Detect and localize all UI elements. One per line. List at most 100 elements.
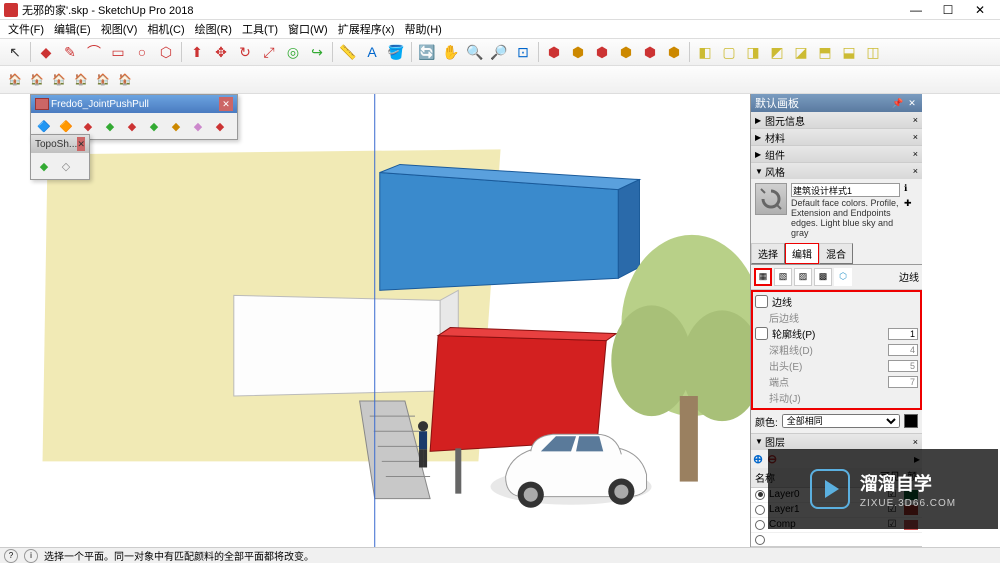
section-close-icon[interactable]: ×	[913, 166, 918, 176]
maximize-button[interactable]: ☐	[932, 0, 964, 20]
polygon-icon[interactable]: ⬡	[155, 41, 177, 63]
view-right-icon[interactable]: ◩	[766, 41, 788, 63]
followme-icon[interactable]: ↪	[306, 41, 328, 63]
section-close-icon[interactable]: ×	[913, 115, 918, 125]
tape-icon[interactable]: 📏	[337, 41, 359, 63]
profile-checkbox[interactable]	[755, 327, 768, 340]
section-materials[interactable]: ▶ 材料 ×	[751, 129, 922, 145]
watermark-settings-icon[interactable]: ▩	[814, 268, 832, 286]
layer-radio[interactable]	[755, 490, 765, 500]
topo-icon[interactable]: ◇	[56, 156, 76, 176]
layer-row[interactable]	[751, 533, 922, 546]
plugin-titlebar[interactable]: TopoSh... ✕	[31, 135, 89, 153]
scale-icon[interactable]: ⤢	[258, 41, 280, 63]
jpp-icon[interactable]: ◆	[144, 116, 164, 136]
minimize-button[interactable]: —	[900, 0, 932, 20]
tool-icon[interactable]: ⬢	[639, 41, 661, 63]
jpp-icon[interactable]: 🔷	[34, 116, 54, 136]
style-name-input[interactable]	[791, 183, 900, 197]
tab-edit[interactable]: 编辑	[785, 243, 819, 264]
section-close-icon[interactable]: ×	[913, 149, 918, 159]
menu-help[interactable]: 帮助(H)	[401, 20, 446, 38]
jpp-icon[interactable]: ◆	[78, 116, 98, 136]
view-back-icon[interactable]: ◪	[790, 41, 812, 63]
section-layers[interactable]: ▼ 图层 ×	[751, 434, 922, 450]
menu-draw[interactable]: 绘图(R)	[191, 20, 236, 38]
jpp-icon[interactable]: ◆	[122, 116, 142, 136]
info-icon[interactable]: i	[24, 549, 38, 563]
edge-settings-icon[interactable]: ▦	[754, 268, 772, 286]
tab-select[interactable]: 选择	[751, 243, 785, 264]
panel-header[interactable]: 默认画板 📌 ✕	[751, 94, 922, 112]
section-entity-info[interactable]: ▶ 图元信息 ×	[751, 112, 922, 128]
zoomextent-icon[interactable]: ⊡	[512, 41, 534, 63]
scene-update-icon[interactable]: 🏠	[26, 69, 48, 91]
rectangle-icon[interactable]: ▭	[107, 41, 129, 63]
rotate-icon[interactable]: ↻	[234, 41, 256, 63]
layer-radio[interactable]	[755, 520, 765, 530]
plugin-close-icon[interactable]: ✕	[77, 137, 85, 151]
model-settings-icon[interactable]: ⬡	[834, 268, 852, 286]
view-iso-icon[interactable]: ◧	[694, 41, 716, 63]
pan-icon[interactable]: ✋	[440, 41, 462, 63]
help-icon[interactable]: ?	[4, 549, 18, 563]
eraser-icon[interactable]: ◆	[35, 41, 57, 63]
offset-icon[interactable]: ◎	[282, 41, 304, 63]
tool-icon[interactable]: ⬢	[591, 41, 613, 63]
view-icon[interactable]: ◫	[862, 41, 884, 63]
jpp-icon[interactable]: ◆	[100, 116, 120, 136]
menu-view[interactable]: 视图(V)	[97, 20, 142, 38]
view-left-icon[interactable]: ⬒	[814, 41, 836, 63]
topo-icon[interactable]: ◆	[34, 156, 54, 176]
section-close-icon[interactable]: ×	[913, 132, 918, 142]
jpp-icon[interactable]: ◆	[188, 116, 208, 136]
paint-icon[interactable]: 🪣	[385, 41, 407, 63]
section-close-icon[interactable]: ×	[913, 437, 918, 447]
bg-settings-icon[interactable]: ▨	[794, 268, 812, 286]
plugin-titlebar[interactable]: Fredo6_JointPushPull ✕	[31, 95, 237, 113]
menu-edit[interactable]: 编辑(E)	[50, 20, 95, 38]
tool-icon[interactable]: ⬢	[663, 41, 685, 63]
close-button[interactable]: ✕	[964, 0, 996, 20]
section-components[interactable]: ▶ 组件 ×	[751, 146, 922, 162]
tab-mix[interactable]: 混合	[819, 243, 853, 264]
menu-tools[interactable]: 工具(T)	[238, 20, 282, 38]
view-front-icon[interactable]: ◨	[742, 41, 764, 63]
scene-add-icon[interactable]: 🏠	[4, 69, 26, 91]
style-thumbnail[interactable]	[755, 183, 787, 215]
zoomwin-icon[interactable]: 🔎	[488, 41, 510, 63]
style-refresh-icon[interactable]: ℹ	[904, 183, 918, 194]
select-icon[interactable]: ↖	[4, 41, 26, 63]
color-swatch[interactable]	[904, 414, 918, 428]
tool-icon[interactable]: ⬢	[615, 41, 637, 63]
face-settings-icon[interactable]: ▧	[774, 268, 792, 286]
jpp-icon[interactable]: 🔶	[56, 116, 76, 136]
layer-radio[interactable]	[755, 505, 765, 515]
circle-icon[interactable]: ○	[131, 41, 153, 63]
view-icon[interactable]: ⬓	[838, 41, 860, 63]
layer-radio[interactable]	[755, 535, 765, 545]
scene-mgr-icon[interactable]: 🏠	[114, 69, 136, 91]
scene-next-icon[interactable]: 🏠	[70, 69, 92, 91]
panel-close-icon[interactable]: ✕	[906, 97, 918, 109]
edges-checkbox[interactable]	[755, 295, 768, 308]
panel-pin-icon[interactable]: 📌	[892, 97, 904, 109]
arc-icon[interactable]: ⌒	[83, 41, 105, 63]
pushpull-icon[interactable]: ⬆	[186, 41, 208, 63]
tool-icon[interactable]: ⬢	[543, 41, 565, 63]
add-layer-icon[interactable]: ⊕	[753, 452, 763, 466]
menu-extensions[interactable]: 扩展程序(x)	[334, 20, 399, 38]
orbit-icon[interactable]: 🔄	[416, 41, 438, 63]
section-styles[interactable]: ▼ 风格 ×	[751, 163, 922, 179]
view-top-icon[interactable]: ▢	[718, 41, 740, 63]
menu-camera[interactable]: 相机(C)	[143, 20, 188, 38]
color-mode-select[interactable]: 全部相同	[782, 414, 900, 428]
jpp-icon[interactable]: ◆	[166, 116, 186, 136]
plugin-close-icon[interactable]: ✕	[219, 97, 233, 111]
tool-icon[interactable]: ⬢	[567, 41, 589, 63]
scene-del-icon[interactable]: 🏠	[92, 69, 114, 91]
plugin-toposhaper-window[interactable]: TopoSh... ✕ ◆ ◇	[30, 134, 90, 180]
pencil-icon[interactable]: ✎	[59, 41, 81, 63]
style-new-icon[interactable]: ✚	[904, 198, 918, 209]
move-icon[interactable]: ✥	[210, 41, 232, 63]
